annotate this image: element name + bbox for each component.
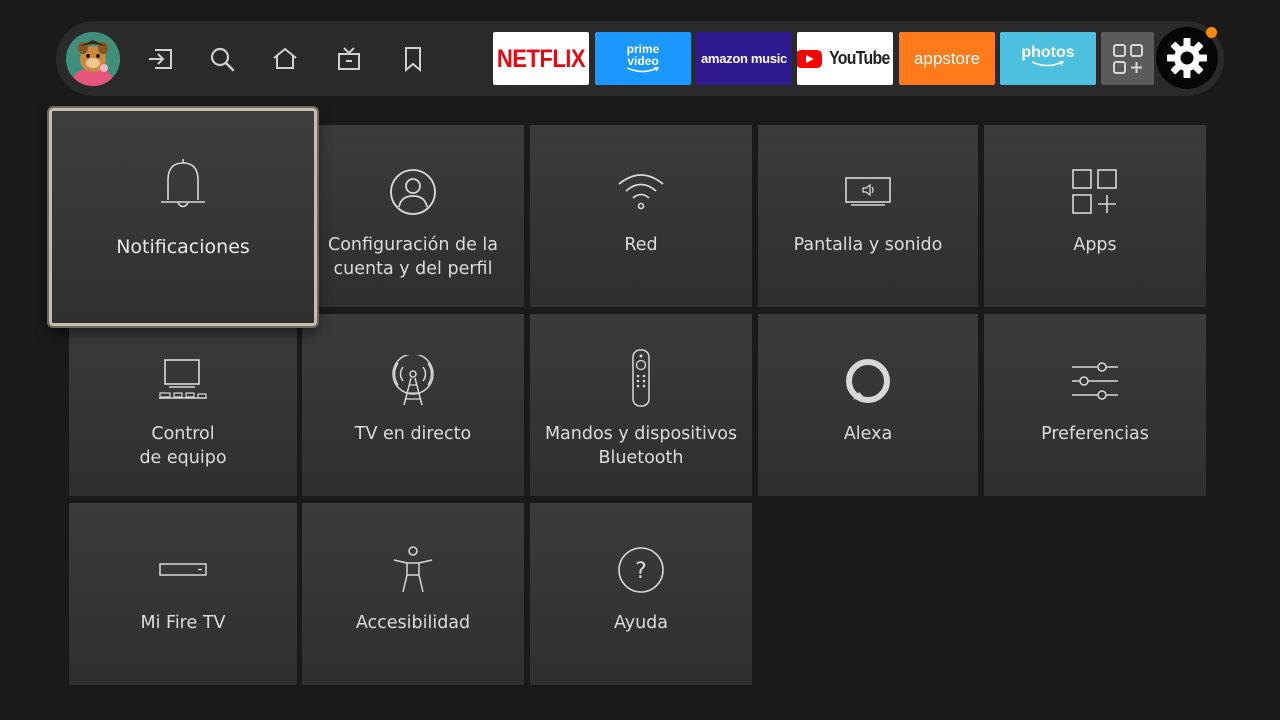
fire-tv-device-icon	[159, 563, 207, 576]
profile-avatar[interactable]	[66, 32, 120, 86]
settings-card-label: Control de equipo	[139, 424, 227, 468]
gear-icon	[1167, 38, 1207, 78]
settings-card-label: Apps	[1073, 235, 1117, 255]
nav-watchlist-button[interactable]	[393, 40, 433, 78]
equipment-control-icon	[159, 359, 207, 399]
settings-card-label: Mandos y dispositivos Bluetooth	[544, 424, 738, 468]
youtube-play-icon	[797, 49, 823, 68]
app-youtube[interactable]: YouTube	[797, 32, 893, 85]
settings-card-label: Ayuda	[613, 613, 669, 633]
settings-card-label: Notificaciones	[116, 236, 250, 258]
wifi-icon	[618, 174, 664, 210]
settings-card-notifications[interactable]: Notificaciones	[49, 108, 317, 326]
live-tv-icon	[338, 47, 360, 70]
home-icon	[273, 47, 297, 69]
photos-logo: photos	[1021, 43, 1075, 61]
settings-card-label: Mi Fire TV	[140, 613, 226, 633]
settings-card-remotes-bluetooth[interactable]: Mandos y dispositivos Bluetooth	[530, 314, 752, 496]
bell-icon	[161, 159, 205, 208]
settings-card-label: Red	[624, 235, 658, 255]
remote-icon	[632, 349, 650, 407]
all-apps-button[interactable]	[1101, 32, 1154, 85]
settings-card-help[interactable]: ? Ayuda	[530, 503, 752, 685]
app-amazon-music[interactable]: amazon music	[696, 32, 792, 85]
settings-card-live-tv[interactable]: TV en directo	[302, 314, 524, 496]
settings-card-alexa[interactable]: Alexa	[758, 314, 978, 496]
settings-card-equipment-control[interactable]: Control de equipo	[69, 314, 297, 496]
notification-dot	[1206, 27, 1217, 38]
youtube-logo: YouTube	[797, 48, 893, 69]
search-icon	[210, 47, 235, 72]
settings-card-label: TV en directo	[354, 424, 472, 444]
antenna-icon	[392, 355, 434, 406]
settings-card-preferences[interactable]: Preferencias	[984, 314, 1206, 496]
settings-card-label: Configuración de la cuenta y del perfil	[327, 235, 499, 279]
prime-video-logo: prime video	[626, 42, 660, 68]
nav-live-button[interactable]	[329, 40, 369, 78]
app-netflix[interactable]: NETFLIX	[493, 32, 589, 85]
display-sound-icon	[845, 177, 891, 206]
settings-card-apps[interactable]: Apps	[984, 125, 1206, 307]
settings-card-label: Preferencias	[1041, 424, 1149, 444]
settings-card-label: Accesibilidad	[355, 613, 471, 633]
youtube-wordmark: YouTube	[829, 48, 890, 68]
amazon-music-logo: amazon music	[701, 51, 787, 66]
settings-card-account[interactable]: Configuración de la cuenta y del perfil	[302, 125, 524, 307]
bookmark-icon	[405, 47, 421, 73]
alexa-icon	[846, 359, 890, 403]
help-icon: ?	[618, 547, 664, 593]
avatar-icon	[66, 32, 120, 86]
netflix-logo: NETFLIX	[496, 43, 586, 73]
photos-smile-icon	[1031, 60, 1065, 66]
apps-grid-icon	[1112, 43, 1143, 74]
nav-home-button[interactable]	[265, 40, 305, 78]
settings-card-my-fire-tv[interactable]: Mi Fire TV	[69, 503, 297, 685]
settings-card-display-sound[interactable]: Pantalla y sonido	[758, 125, 978, 307]
settings-card-label: Pantalla y sonido	[793, 235, 943, 255]
app-photos[interactable]: photos	[1000, 32, 1096, 85]
settings-card-label: Alexa	[843, 424, 893, 444]
accessibility-icon	[393, 546, 433, 593]
apps-grid-icon	[1072, 169, 1117, 214]
app-prime-video[interactable]: prime video	[595, 32, 691, 85]
nav-search-button[interactable]	[202, 40, 242, 78]
prime-smile-icon	[626, 67, 660, 73]
settings-card-accessibility[interactable]: Accesibilidad	[302, 503, 524, 685]
sliders-icon	[1072, 362, 1118, 400]
input-switch-icon	[149, 49, 172, 69]
settings-card-network[interactable]: Red	[530, 125, 752, 307]
fire-tv-settings-screen: NETFLIX prime video amazon music YouTube…	[0, 0, 1280, 720]
user-circle-icon	[390, 169, 436, 215]
nav-inputs-button[interactable]	[140, 40, 180, 78]
app-appstore[interactable]: appstore	[899, 32, 995, 85]
appstore-logo: appstore	[913, 48, 981, 68]
svg-text:?: ?	[635, 559, 647, 584]
